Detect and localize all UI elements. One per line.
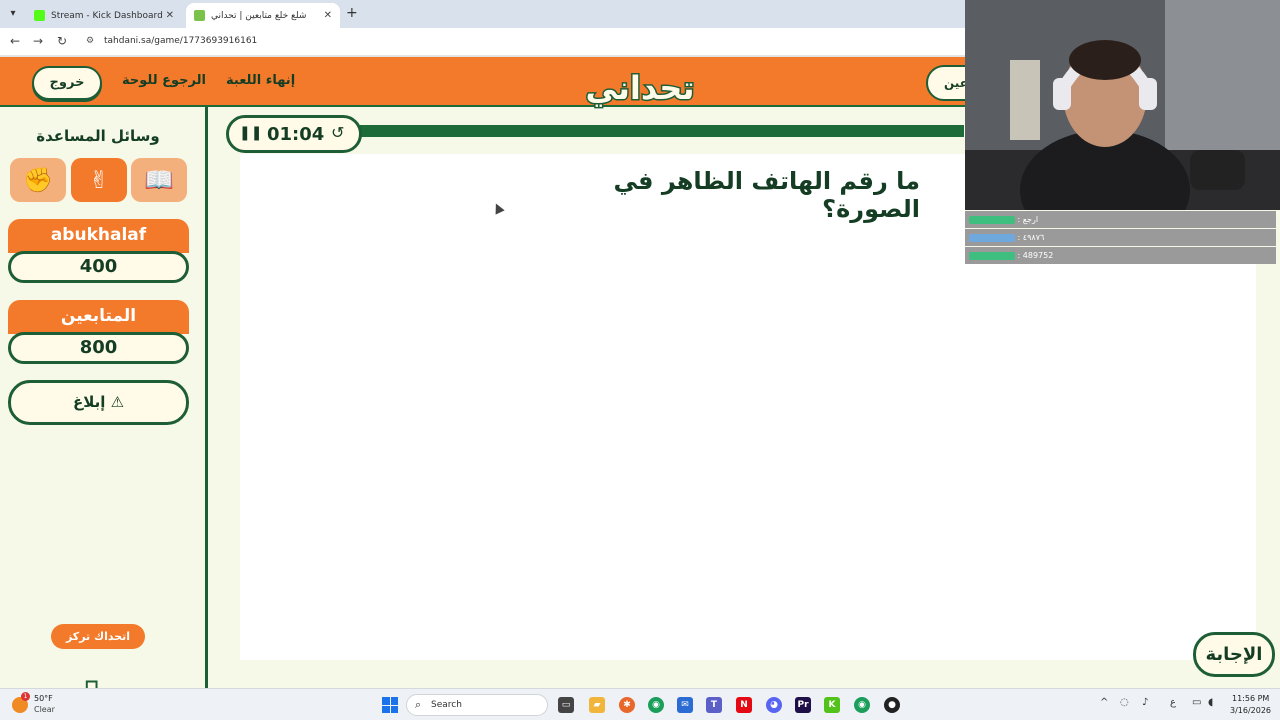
team-name: المتابعين xyxy=(8,300,189,334)
aids-title: وسائل المساعدة xyxy=(36,127,160,145)
sidebar: وسائل المساعدة ✊ ✌ 📖 abukhalaf 400 المتا… xyxy=(0,107,208,720)
windows-taskbar: 1 50°F Clear ⌕ Search ▭ ▰ ✱ ◉ ✉ T N ◕ Pr… xyxy=(0,688,1280,720)
tab-title: شلع خلع متابعين | تحداني xyxy=(211,10,307,21)
url-field[interactable]: tahdani.sa/game/1773693916161 xyxy=(104,36,257,46)
timer-pill: ❚❚ 01:04 ↺ xyxy=(226,115,362,153)
close-tab-icon[interactable]: ✕ xyxy=(324,10,332,21)
speaker-icon[interactable]: ◖ xyxy=(1208,697,1213,708)
weather-temperature[interactable]: 50°F xyxy=(34,694,53,703)
answer-button[interactable]: الإجابة xyxy=(1193,632,1275,677)
chat-username xyxy=(969,233,1015,242)
microphone-icon[interactable]: ♪ xyxy=(1142,697,1148,708)
taskbar-search[interactable]: ⌕ Search xyxy=(406,694,548,716)
clock-date[interactable]: 3/16/2026 xyxy=(1230,706,1271,715)
mail-icon[interactable]: ✉ xyxy=(677,697,693,713)
tab-kick-dashboard[interactable]: Stream - Kick Dashboard ✕ xyxy=(26,3,182,28)
team-name: abukhalaf xyxy=(8,219,189,253)
victory-hand-icon[interactable]: ✌ xyxy=(71,158,127,202)
fist-icon[interactable]: ✊ xyxy=(10,158,66,202)
chevron-up-icon[interactable]: ^ xyxy=(1100,697,1108,708)
chat-username xyxy=(969,251,1015,260)
chat-message: : 489752 xyxy=(965,247,1276,264)
reset-timer-icon[interactable]: ↺ xyxy=(331,123,344,142)
question-text: ما رقم الهاتف الظاهر في الصورة؟ xyxy=(613,167,920,223)
timer-text: 01:04 xyxy=(267,124,325,145)
app-icon[interactable]: ✱ xyxy=(619,697,635,713)
logo-text: تحداني xyxy=(586,69,695,107)
display-icon[interactable]: ▭ xyxy=(1192,697,1201,708)
forward-arrow-icon[interactable]: → xyxy=(33,34,43,48)
site-info-icon[interactable]: ⚙ xyxy=(86,36,94,46)
tab-title: Stream - Kick Dashboard xyxy=(51,10,163,21)
tahdani-logo: تحداني xyxy=(584,68,696,109)
team-card: abukhalaf 400 xyxy=(8,219,189,283)
tray-app-icon[interactable]: ◌ xyxy=(1120,697,1129,708)
pause-icon[interactable]: ❚❚ xyxy=(239,125,262,141)
back-to-board-link[interactable]: الرجوع للوحة xyxy=(122,73,206,88)
reload-icon[interactable]: ↻ xyxy=(57,34,67,48)
chrome-active-icon[interactable]: ◉ xyxy=(854,697,870,713)
team-card: المتابعين 800 xyxy=(8,300,189,364)
challenge-badge: اتحداك تركز xyxy=(51,624,145,649)
chat-message: : ارجع xyxy=(965,211,1276,228)
chrome-icon[interactable]: ◉ xyxy=(648,697,664,713)
weather-description[interactable]: Clear xyxy=(34,705,55,714)
search-icon: ⌕ xyxy=(415,698,422,711)
screen: ▾ Stream - Kick Dashboard ✕ شلع خلع متاب… xyxy=(0,0,1280,720)
close-tab-icon[interactable]: ✕ xyxy=(166,10,174,21)
netflix-icon[interactable]: N xyxy=(736,697,752,713)
new-tab-icon[interactable]: + xyxy=(346,5,358,21)
clock-time[interactable]: 11:56 PM xyxy=(1232,694,1269,703)
tab-search-icon[interactable]: ▾ xyxy=(4,5,22,23)
search-label: Search xyxy=(431,700,462,710)
kick-favicon-icon xyxy=(34,10,45,21)
chat-message: : ٤٩٨٧٦ xyxy=(965,229,1276,246)
webcam-overlay xyxy=(965,0,1280,210)
book-icon[interactable]: 📖 xyxy=(131,158,187,202)
premiere-icon[interactable]: Pr xyxy=(795,697,811,713)
team-score[interactable]: 800 xyxy=(8,332,189,364)
chat-text: : ٤٩٨٧٦ xyxy=(1017,233,1045,242)
tab-tahdani[interactable]: شلع خلع متابعين | تحداني ✕ xyxy=(186,3,340,28)
chat-overlay: : ارجع : ٤٩٨٧٦ : 489752 xyxy=(965,210,1276,264)
chat-username xyxy=(969,215,1015,224)
teams-icon[interactable]: T xyxy=(706,697,722,713)
notification-badge: 1 xyxy=(21,692,30,701)
obs-icon[interactable]: ● xyxy=(884,697,900,713)
kick-icon[interactable]: K xyxy=(824,697,840,713)
task-view-icon[interactable]: ▭ xyxy=(558,697,574,713)
timer-progress-bar xyxy=(360,125,964,137)
windows-start-icon[interactable] xyxy=(382,697,398,713)
report-button[interactable]: إبلاغ ⚠ xyxy=(8,380,189,425)
chat-text: : 489752 xyxy=(1017,251,1054,260)
tahdani-favicon-icon xyxy=(194,10,205,21)
end-game-link[interactable]: إنهاء اللعبة xyxy=(226,73,295,88)
chat-text: : ارجع xyxy=(1017,215,1039,224)
team-score[interactable]: 400 xyxy=(8,251,189,283)
exit-button[interactable]: خروج xyxy=(32,66,102,100)
discord-icon[interactable]: ◕ xyxy=(766,697,782,713)
file-explorer-icon[interactable]: ▰ xyxy=(589,697,605,713)
language-indicator[interactable]: ع xyxy=(1170,697,1176,708)
back-arrow-icon[interactable]: ← xyxy=(10,34,20,48)
